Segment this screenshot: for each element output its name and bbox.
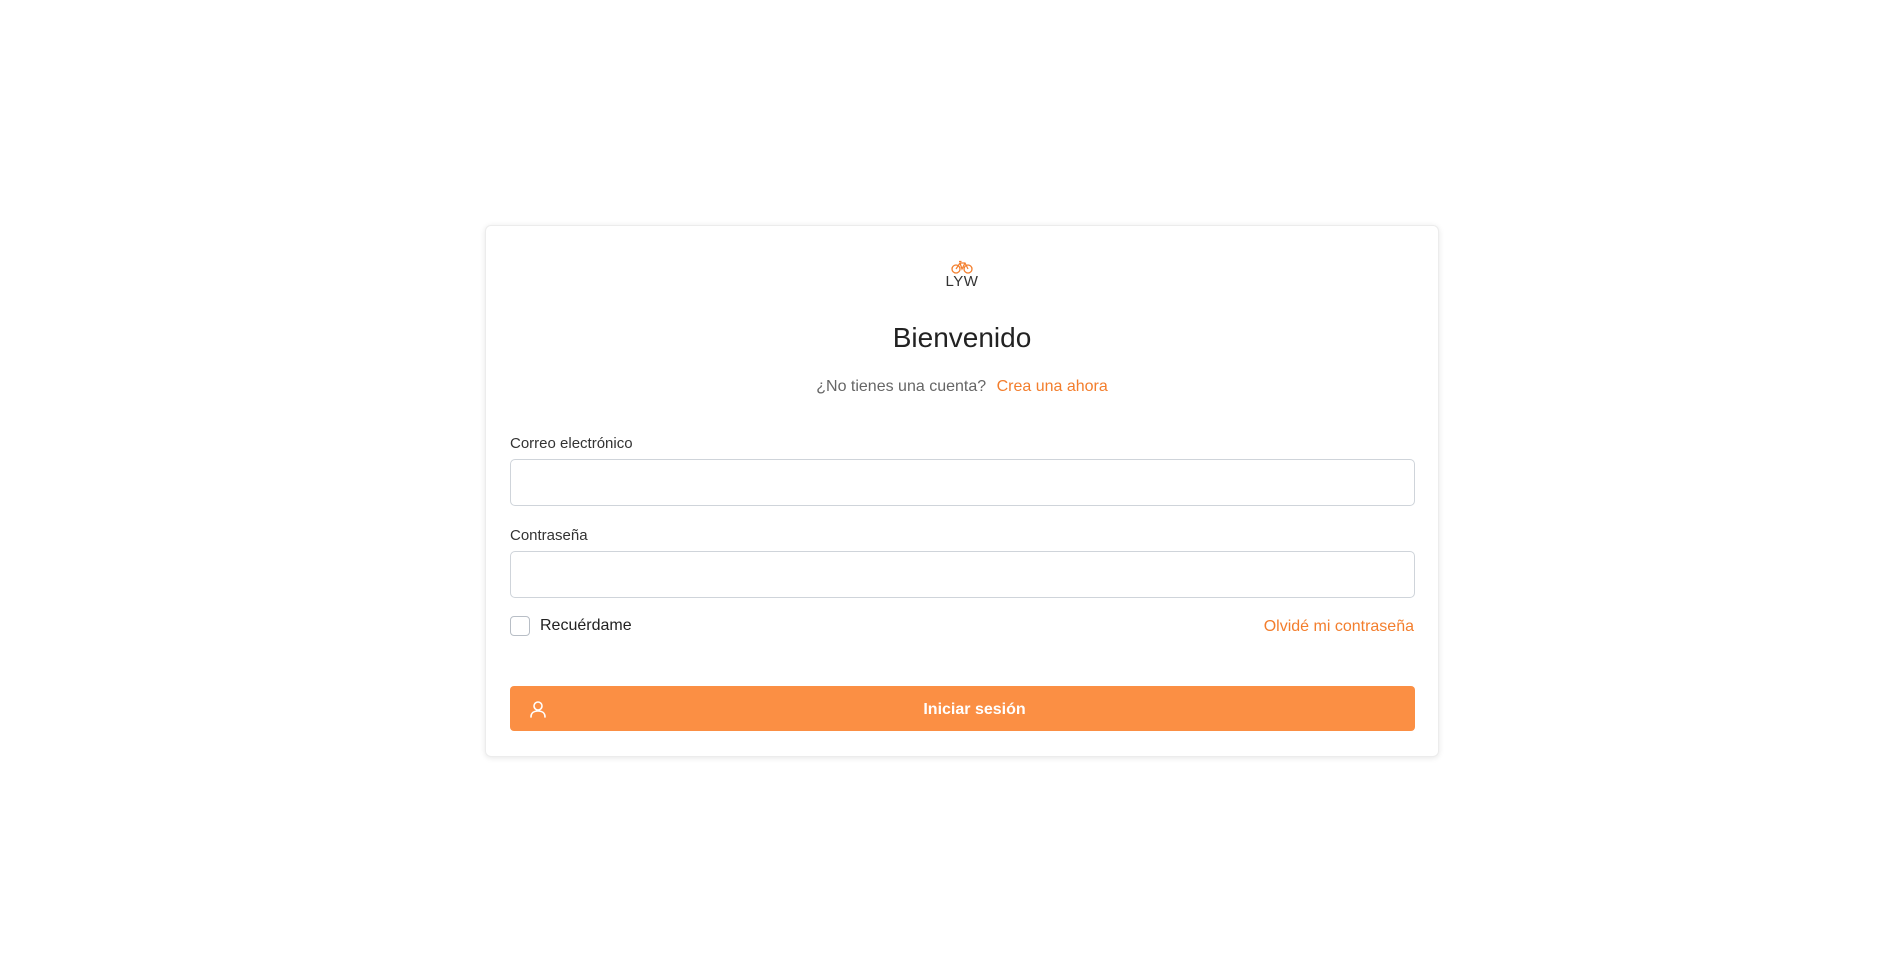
forgot-password-link[interactable]: Olvidé mi contraseña	[1264, 618, 1414, 636]
email-field[interactable]	[510, 459, 1415, 506]
brand-logo-text: LYW	[945, 273, 979, 290]
brand-logo: LYW	[942, 260, 982, 290]
remember-me[interactable]: Recuérdame	[510, 616, 632, 636]
no-account-text: ¿No tienes una cuenta?	[816, 378, 987, 395]
remember-label: Recuérdame	[540, 617, 632, 634]
login-card: LYW Bienvenido ¿No tienes una cuenta? Cr…	[485, 225, 1439, 757]
remember-checkbox[interactable]	[510, 616, 530, 636]
password-field[interactable]	[510, 551, 1415, 598]
password-label: Contraseña	[510, 527, 588, 544]
user-icon	[530, 701, 546, 718]
create-account-link[interactable]: Crea una ahora	[997, 378, 1108, 395]
page-title: Bienvenido	[892, 322, 1032, 353]
bicycle-icon	[951, 260, 973, 274]
login-button-label: Iniciar sesión	[923, 701, 1026, 718]
signup-prompt: ¿No tienes una cuenta? Crea una ahora	[486, 378, 1438, 396]
email-label: Correo electrónico	[510, 435, 633, 452]
login-button[interactable]: Iniciar sesión	[510, 686, 1415, 731]
